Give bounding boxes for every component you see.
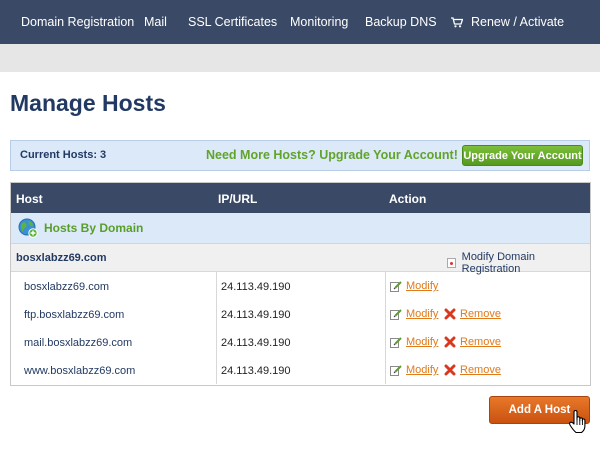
host-ip: 24.113.49.190 — [221, 309, 291, 321]
document-icon — [447, 258, 456, 268]
edit-icon — [390, 308, 402, 320]
upgrade-message: Need More Hosts? Upgrade Your Account! — [206, 148, 458, 162]
host-name: www.bosxlabzz69.com — [24, 365, 136, 377]
top-nav: Domain Registration Mail SSL Certificate… — [0, 0, 600, 44]
header-host: Host — [16, 192, 43, 206]
modify-link[interactable]: Modify — [390, 364, 438, 376]
host-ip: 24.113.49.190 — [221, 281, 291, 293]
domain-row: bosxlabzz69.com Modify Domain Registrati… — [11, 244, 590, 275]
modify-label: Modify — [406, 308, 439, 320]
globe-icon — [18, 218, 38, 238]
nav-renew-activate[interactable]: Renew / Activate — [451, 0, 564, 44]
edit-icon — [390, 280, 402, 292]
remove-link[interactable]: Remove — [444, 308, 501, 320]
remove-icon — [444, 308, 456, 320]
current-hosts-count: Current Hosts: 3 — [20, 149, 107, 161]
remove-label: Remove — [460, 336, 501, 348]
modify-link[interactable]: Modify — [390, 308, 438, 320]
host-name: mail.bosxlabzz69.com — [24, 337, 133, 349]
modify-label: Modify — [406, 364, 439, 376]
host-ip: 24.113.49.190 — [221, 337, 291, 349]
nav-mail[interactable]: Mail — [144, 0, 167, 44]
modify-label: Modify — [406, 336, 439, 348]
group-header: Hosts By Domain — [11, 213, 590, 244]
table-header: Host IP/URL Action — [11, 183, 590, 213]
modify-link[interactable]: Modify — [390, 336, 438, 348]
nav-backup-dns[interactable]: Backup DNS — [365, 0, 437, 44]
edit-icon — [390, 364, 402, 376]
header-ip: IP/URL — [218, 192, 258, 206]
hand-pointer-icon — [569, 410, 586, 434]
page-title: Manage Hosts — [10, 90, 166, 116]
group-title: Hosts By Domain — [44, 221, 144, 235]
host-name: bosxlabzz69.com — [24, 281, 109, 293]
header-action: Action — [389, 192, 427, 206]
hosts-table: Host IP/URL Action Hosts By Domain bosxl… — [10, 182, 591, 386]
sub-bar — [0, 44, 600, 72]
remove-link[interactable]: Remove — [444, 336, 501, 348]
nav-ssl-certificates[interactable]: SSL Certificates — [188, 0, 277, 44]
edit-icon — [390, 336, 402, 348]
cart-icon — [451, 16, 463, 27]
nav-domain-registration[interactable]: Domain Registration — [21, 0, 134, 44]
remove-icon — [444, 336, 456, 348]
domain-name: bosxlabzz69.com — [16, 252, 107, 264]
table-row: ftp.bosxlabzz69.com 24.113.49.190 Modify… — [11, 300, 590, 328]
modify-label: Modify — [406, 280, 439, 292]
host-name: ftp.bosxlabzz69.com — [24, 309, 125, 321]
host-ip: 24.113.49.190 — [221, 365, 291, 377]
remove-label: Remove — [460, 364, 501, 376]
nav-renew-label: Renew / Activate — [471, 15, 565, 29]
nav-monitoring[interactable]: Monitoring — [290, 0, 348, 44]
upgrade-account-button[interactable]: Upgrade Your Account — [462, 145, 583, 166]
remove-link[interactable]: Remove — [444, 364, 501, 376]
table-row: mail.bosxlabzz69.com 24.113.49.190 Modif… — [11, 328, 590, 356]
remove-label: Remove — [460, 308, 501, 320]
table-row: bosxlabzz69.com 24.113.49.190 Modify — [11, 272, 590, 300]
remove-icon — [444, 364, 456, 376]
upgrade-box: Current Hosts: 3 Need More Hosts? Upgrad… — [10, 140, 590, 171]
table-row: www.bosxlabzz69.com 24.113.49.190 Modify… — [11, 356, 590, 384]
modify-link[interactable]: Modify — [390, 280, 438, 292]
